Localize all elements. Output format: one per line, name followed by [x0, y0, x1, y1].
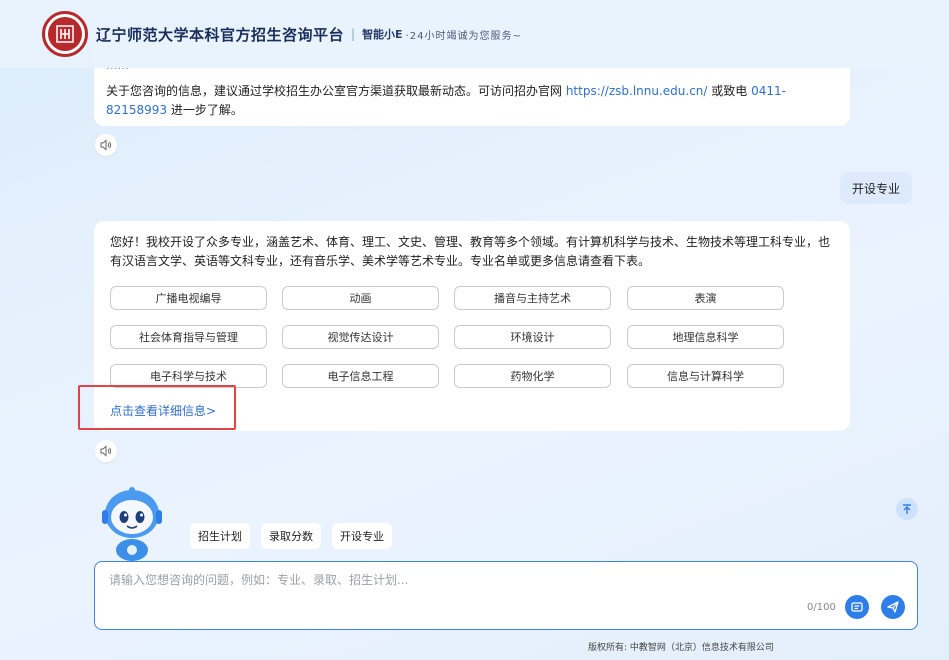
note-icon[interactable]	[845, 595, 869, 619]
previous-answer-text: 关于您咨询的信息，建议通过学校招生办公室官方渠道获取最新动态。可访问招办官网 h…	[106, 82, 836, 120]
major-button[interactable]: 播音与主持艺术	[454, 286, 611, 310]
major-button[interactable]: 药物化学	[454, 364, 611, 388]
page-title: 辽宁师范大学本科官方招生咨询平台	[96, 25, 345, 44]
answer-card: 您好！我校开设了众多专业，涵盖艺术、体育、理工、文史、管理、教育等多个领域。有计…	[94, 221, 850, 431]
previous-answer-text-after: 进一步了解。	[167, 103, 243, 117]
robot-mascot-icon	[100, 486, 164, 562]
quick-chip-scores[interactable]: 录取分数	[261, 523, 321, 549]
quick-chip-plan[interactable]: 招生计划	[190, 523, 250, 549]
char-counter: 0/100	[807, 602, 836, 613]
answer-text: 您好！我校开设了众多专业，涵盖艺术、体育、理工、文史、管理、教育等多个领域。有计…	[110, 235, 831, 268]
speaker-icon[interactable]	[95, 134, 117, 156]
major-button[interactable]: 视觉传达设计	[282, 325, 439, 349]
major-button[interactable]: 地理信息科学	[627, 325, 784, 349]
admission-site-link[interactable]: https://zsb.lnnu.edu.cn/	[566, 84, 708, 98]
detail-link[interactable]: 点击查看详细信息>	[110, 402, 216, 419]
question-input-box: 0/100	[94, 561, 918, 630]
quick-chip-majors[interactable]: 开设专业	[332, 523, 392, 549]
previous-answer-text-before: 关于您咨询的信息，建议通过学校招生办公室官方渠道获取最新动态。可访问招办官网	[106, 84, 566, 98]
user-message: 开设专业	[840, 172, 913, 204]
copyright-footer: 版权所有: 中教智网（北京）信息技术有限公司	[588, 643, 774, 653]
send-icon[interactable]	[881, 595, 905, 619]
major-button[interactable]: 环境设计	[454, 325, 611, 349]
major-button[interactable]: 广播电视编导	[110, 286, 267, 310]
assistant-brand: 智能小E	[362, 28, 403, 41]
question-input[interactable]	[109, 570, 709, 590]
previous-answer-text-middle: 或致电	[707, 84, 752, 98]
arrow-up-icon[interactable]	[896, 498, 918, 520]
header-tagline: ·24小时竭诚为您服务~	[405, 30, 522, 42]
speaker-icon[interactable]	[95, 440, 117, 462]
header-separator: |	[351, 27, 356, 41]
major-button[interactable]: 社会体育指导与管理	[110, 325, 267, 349]
major-button[interactable]: 表演	[627, 286, 784, 310]
header: 辽宁师范大学本科官方招生咨询平台 | 智能小E ·24小时竭诚为您服务~	[0, 0, 949, 68]
major-button[interactable]: 电子科学与技术	[110, 364, 267, 388]
major-button[interactable]: 信息与计算科学	[627, 364, 784, 388]
major-button[interactable]: 电子信息工程	[282, 364, 439, 388]
major-button[interactable]: 动画	[282, 286, 439, 310]
logo-seal-icon	[42, 11, 88, 57]
